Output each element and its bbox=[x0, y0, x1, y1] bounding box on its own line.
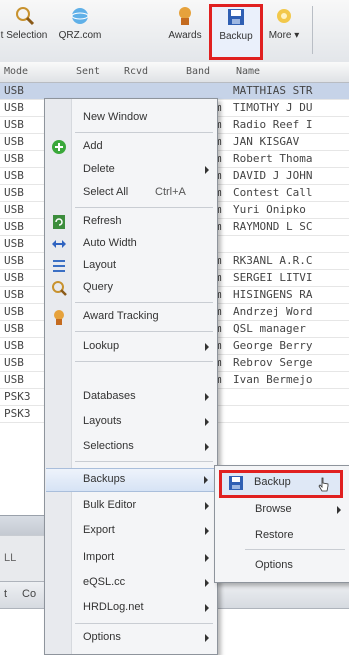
context-menu: New Window Add Delete Select All Ctrl+A … bbox=[44, 98, 218, 655]
menu-separator bbox=[75, 207, 213, 208]
mouse-cursor-icon bbox=[318, 477, 329, 492]
submenu-item-backup[interactable]: Backup bbox=[219, 470, 343, 498]
menu-item-export[interactable]: Export bbox=[45, 520, 217, 542]
menu-separator bbox=[75, 132, 213, 133]
menu-separator bbox=[245, 549, 345, 550]
more-icon bbox=[277, 9, 291, 23]
menu-item-delete[interactable]: Delete bbox=[45, 159, 217, 181]
menu-item-bulk-editor[interactable]: Bulk Editor bbox=[45, 495, 217, 517]
column-sent[interactable]: Sent bbox=[76, 66, 100, 77]
column-band[interactable]: Band bbox=[186, 66, 210, 77]
submenu-arrow-icon bbox=[205, 604, 209, 612]
menu-item-layouts[interactable]: Layouts bbox=[45, 411, 217, 433]
qrz-icon bbox=[71, 8, 89, 24]
menu-separator bbox=[75, 302, 213, 303]
menu-item-auto-width[interactable]: Auto Width bbox=[45, 233, 217, 255]
tab-co[interactable]: Co bbox=[22, 588, 36, 600]
submenu-arrow-icon bbox=[205, 527, 209, 535]
menu-item-hrdlog[interactable]: HRDLog.net bbox=[45, 597, 217, 619]
submenu-item-restore[interactable]: Restore bbox=[215, 524, 349, 548]
submenu-arrow-icon bbox=[205, 443, 209, 451]
submenu-arrow-icon bbox=[205, 418, 209, 426]
tab-left[interactable]: t bbox=[4, 588, 7, 600]
column-rcvd[interactable]: Rcvd bbox=[124, 66, 148, 77]
menu-item-select-all[interactable]: Select All Ctrl+A bbox=[45, 182, 217, 204]
query-icon bbox=[52, 281, 67, 296]
submenu-arrow-icon bbox=[205, 166, 209, 174]
menu-separator bbox=[75, 331, 213, 332]
selection-icon bbox=[16, 7, 35, 26]
award-icon bbox=[179, 7, 191, 25]
save-icon bbox=[228, 9, 244, 25]
more-button[interactable]: More ▾ bbox=[262, 6, 306, 58]
menu-item-backups[interactable]: Backups bbox=[46, 468, 216, 492]
column-mode[interactable]: Mode bbox=[4, 66, 28, 77]
menu-item-eqsl[interactable]: eQSL.cc bbox=[45, 572, 217, 594]
submenu-arrow-icon bbox=[337, 506, 341, 514]
menu-separator bbox=[75, 361, 213, 362]
menu-item-refresh[interactable]: Refresh bbox=[45, 211, 217, 233]
selection-button[interactable]: t Selection bbox=[0, 6, 48, 58]
add-icon bbox=[52, 140, 66, 154]
menu-item-add[interactable]: Add bbox=[45, 136, 217, 158]
backup-button[interactable]: Backup bbox=[209, 4, 263, 60]
awards-button[interactable]: Awards bbox=[162, 6, 208, 58]
backups-submenu: Backup Browse Restore Options bbox=[214, 465, 349, 583]
submenu-arrow-icon bbox=[205, 579, 209, 587]
auto-width-icon bbox=[52, 240, 66, 248]
submenu-arrow-icon bbox=[205, 502, 209, 510]
award-icon bbox=[54, 310, 64, 325]
menu-separator bbox=[75, 461, 213, 462]
menu-separator bbox=[75, 623, 213, 624]
menu-item-query[interactable]: Query bbox=[45, 277, 217, 299]
toolbar-divider bbox=[312, 6, 313, 54]
submenu-item-browse[interactable]: Browse bbox=[215, 498, 349, 522]
toolbar: t Selection QRZ.com Awards Backup More ▾ bbox=[0, 0, 349, 63]
menu-item-selections[interactable]: Selections bbox=[45, 436, 217, 458]
submenu-arrow-icon bbox=[205, 634, 209, 642]
layout-icon bbox=[53, 260, 65, 272]
submenu-arrow-icon bbox=[204, 476, 208, 484]
menu-item-databases[interactable]: Databases bbox=[45, 386, 217, 408]
grid-header: Mode Sent Rcvd Band Name bbox=[0, 62, 349, 83]
qrz-button[interactable]: QRZ.com bbox=[52, 6, 108, 58]
save-icon bbox=[229, 476, 243, 490]
submenu-arrow-icon bbox=[205, 343, 209, 351]
submenu-arrow-icon bbox=[205, 393, 209, 401]
menu-item-layout[interactable]: Layout bbox=[45, 255, 217, 277]
column-name[interactable]: Name bbox=[236, 66, 260, 77]
menu-item-lookup[interactable]: Lookup bbox=[45, 336, 217, 358]
menu-item-award-tracking[interactable]: Award Tracking bbox=[45, 306, 217, 328]
menu-item-options[interactable]: Options bbox=[45, 627, 217, 649]
refresh-icon bbox=[53, 215, 65, 229]
menu-item-import[interactable]: Import bbox=[45, 547, 217, 569]
menu-item-new-window[interactable]: New Window bbox=[45, 107, 217, 129]
submenu-item-options[interactable]: Options bbox=[215, 554, 349, 578]
submenu-arrow-icon bbox=[205, 554, 209, 562]
